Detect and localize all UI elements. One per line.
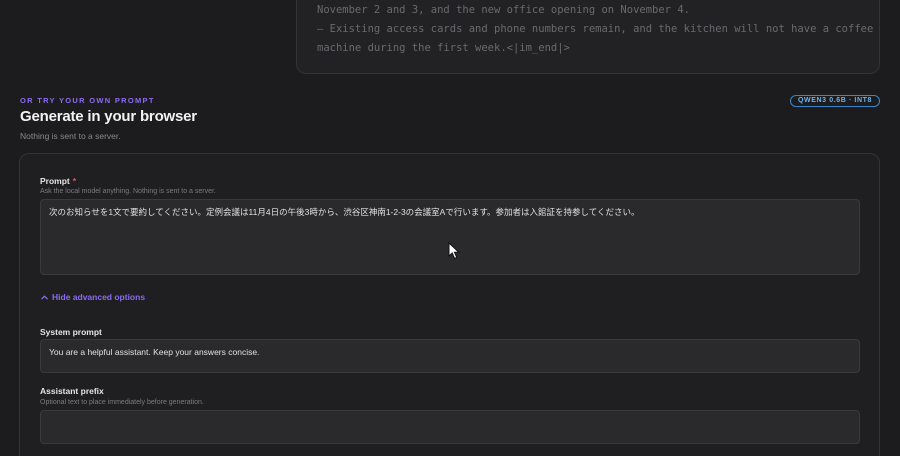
assistant-prefix-input[interactable]: [40, 410, 860, 444]
prompt-hint: Ask the local model anything. Nothing is…: [40, 188, 216, 195]
section-eyebrow: OR TRY YOUR OWN PROMPT: [20, 96, 155, 105]
prompt-textarea[interactable]: 次のお知らせを1文で要約してください。定例会議は11月4日の午後3時から、渋谷区…: [40, 199, 860, 275]
assistant-prefix-hint: Optional text to place immediately befor…: [40, 399, 204, 406]
chevron-up-icon: [41, 295, 48, 299]
mouse-pointer-icon: [448, 242, 461, 260]
output-line: November 2 and 3, and the new office ope…: [317, 4, 690, 16]
advanced-options-label: Hide advanced options: [52, 292, 146, 302]
required-mark: *: [72, 176, 77, 186]
system-prompt-input[interactable]: You are a helpful assistant. Keep your a…: [40, 339, 860, 373]
section-subtitle: Nothing is sent to a server.: [20, 131, 121, 141]
prompt-label-text: Prompt: [40, 176, 70, 186]
section-title: Generate in your browser: [20, 108, 197, 125]
model-badge: QWEN3 0.6B · INT8: [790, 95, 880, 107]
advanced-options-toggle[interactable]: Hide advanced options: [40, 292, 145, 302]
prompt-label: Prompt *: [40, 176, 76, 186]
output-line: machine during the first week.<|im_end|>: [317, 42, 570, 54]
output-line: – Existing access cards and phone number…: [317, 23, 874, 35]
assistant-prefix-label: Assistant prefix: [40, 386, 104, 396]
generated-output-card: November 2 and 3, and the new office ope…: [296, 0, 880, 74]
system-prompt-label: System prompt: [40, 327, 102, 337]
